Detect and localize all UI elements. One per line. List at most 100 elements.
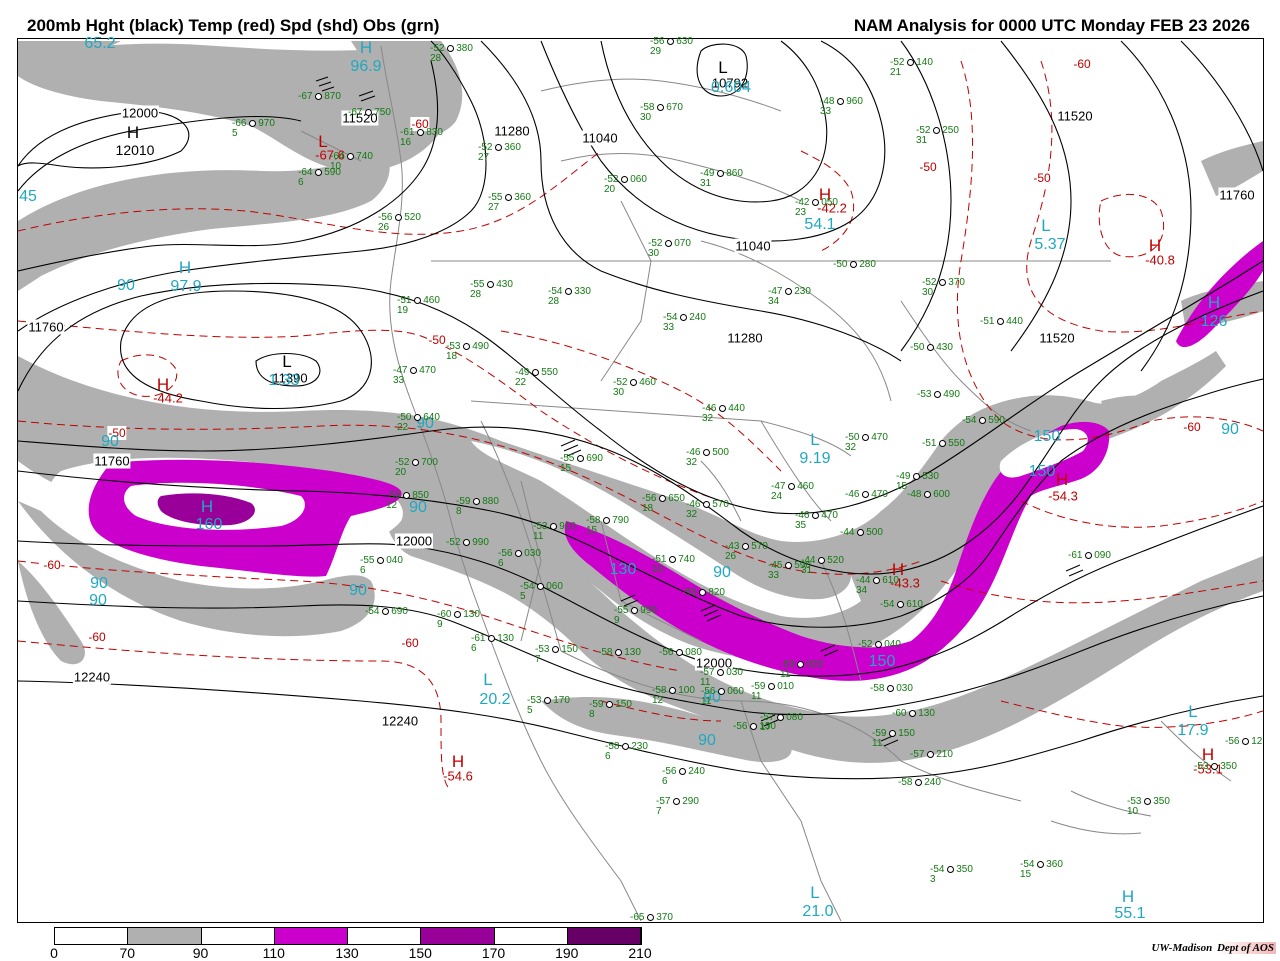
obs-height: 700	[421, 457, 438, 468]
station-circle-icon	[785, 287, 793, 295]
obs-dewpoint-depression: 6	[605, 751, 611, 762]
station-observation: -46 470 35	[795, 511, 838, 531]
station-circle-icon	[699, 588, 707, 596]
height-label: 11280	[726, 330, 764, 346]
obs-height: 230	[631, 741, 648, 752]
station-circle-icon	[463, 342, 471, 350]
station-circle-icon	[933, 126, 941, 134]
obs-dewpoint-depression: 3	[930, 874, 936, 885]
obs-temperature: -50	[833, 259, 851, 270]
obs-height: 250	[942, 125, 959, 136]
speed-label: 90	[117, 277, 135, 294]
station-observation: -51 550	[922, 439, 965, 449]
speed-label: 90	[89, 592, 107, 609]
obs-dewpoint-depression: 22	[515, 377, 527, 388]
station-circle-icon	[717, 668, 725, 676]
station-circle-icon	[915, 778, 923, 786]
obs-dewpoint-depression: 6	[360, 565, 366, 576]
obs-height: 100	[678, 685, 695, 696]
obs-height: 010	[777, 681, 794, 692]
obs-temperature: -58	[598, 647, 616, 658]
station-observation: -51 740 10	[652, 555, 695, 575]
obs-height: 230	[794, 286, 811, 297]
obs-height: 080	[786, 712, 803, 723]
colorbar-segment	[55, 928, 129, 944]
obs-height: 830	[426, 127, 443, 138]
station-observation: -43 570 26	[725, 542, 768, 562]
obs-height: 130	[497, 633, 514, 644]
obs-dewpoint-depression: 11	[751, 691, 762, 702]
obs-height: 500	[712, 447, 729, 458]
temp-label: -60	[42, 558, 62, 572]
obs-dewpoint-depression: 11	[780, 669, 791, 680]
station-circle-icon	[742, 542, 750, 550]
obs-height: 520	[404, 212, 421, 223]
station-observation: -55 360 27	[488, 193, 531, 213]
station-circle-icon	[565, 287, 573, 295]
speed-label: 45	[19, 188, 37, 205]
station-observation: -53 150 7	[535, 645, 578, 665]
obs-height: 610	[882, 575, 899, 586]
obs-dewpoint-depression: 31	[700, 178, 712, 189]
station-observation: -50 640 22	[397, 413, 440, 433]
obs-temperature: -58	[870, 683, 888, 694]
station-observation: -55 990 9	[614, 606, 657, 626]
station-observation: -55 040 6	[360, 556, 403, 576]
station-observation: -56 030 6	[498, 549, 541, 569]
obs-height: 210	[936, 749, 953, 760]
speed-high-value-4: 126	[1200, 313, 1228, 330]
station-observation: -59 010 11	[751, 682, 794, 702]
obs-height: 690	[391, 606, 408, 617]
station-observation: -54 330 28	[548, 287, 591, 307]
colorbar-segment	[567, 928, 641, 944]
station-circle-icon	[680, 313, 688, 321]
obs-dewpoint-depression: 15	[1020, 869, 1032, 880]
credit-dept: Dept of AOS	[1214, 942, 1276, 954]
station-observation: -54 060 5	[520, 582, 563, 602]
obs-dewpoint-depression: 11	[533, 531, 544, 542]
obs-height: 630	[676, 36, 693, 47]
speed-low-center-6: L	[1188, 702, 1198, 721]
obs-height: 600	[933, 489, 950, 500]
height-high-value: 12010	[115, 142, 155, 158]
colorbar-tick-label: 90	[192, 945, 209, 961]
station-circle-icon	[1211, 762, 1219, 770]
station-circle-icon	[495, 143, 503, 151]
obs-height: 690	[586, 453, 603, 464]
station-observation: -52 990	[446, 538, 489, 548]
station-observation: -54 240 33	[663, 313, 706, 333]
obs-dewpoint-depression: 28	[430, 53, 442, 64]
obs-temperature: -53	[917, 389, 935, 400]
station-observation: -56 060 11	[701, 687, 744, 707]
obs-dewpoint-depression: 31	[916, 135, 928, 146]
temp-label: -60	[87, 630, 107, 644]
obs-height: 240	[689, 312, 706, 323]
station-circle-icon	[667, 37, 675, 45]
obs-dewpoint-depression: 6	[662, 776, 668, 787]
obs-height: 130	[463, 609, 480, 620]
station-circle-icon	[875, 640, 883, 648]
obs-height: 050	[821, 197, 838, 208]
colorbar-segment	[128, 928, 202, 944]
speed-high-center-3: H	[200, 497, 214, 516]
station-circle-icon	[927, 750, 935, 758]
obs-temperature: -44	[840, 527, 858, 538]
geography-lines	[300, 45, 1232, 922]
station-observation: -44 610 34	[856, 576, 899, 596]
station-circle-icon	[410, 366, 418, 374]
station-circle-icon	[785, 561, 793, 569]
station-circle-icon	[412, 458, 420, 466]
station-circle-icon	[249, 119, 257, 127]
obs-height: 150	[615, 699, 632, 710]
station-circle-icon	[550, 522, 558, 530]
station-circle-icon	[1242, 737, 1250, 745]
obs-height: 990	[472, 537, 489, 548]
station-circle-icon	[788, 482, 796, 490]
obs-height: 080	[685, 647, 702, 658]
obs-height: 360	[504, 142, 521, 153]
obs-dewpoint-depression: 32	[686, 457, 698, 468]
temp-high-value: -44.2	[153, 390, 183, 406]
obs-height: 490	[472, 341, 489, 352]
obs-height: 910	[559, 521, 576, 532]
temp-label: -60	[1072, 57, 1092, 71]
